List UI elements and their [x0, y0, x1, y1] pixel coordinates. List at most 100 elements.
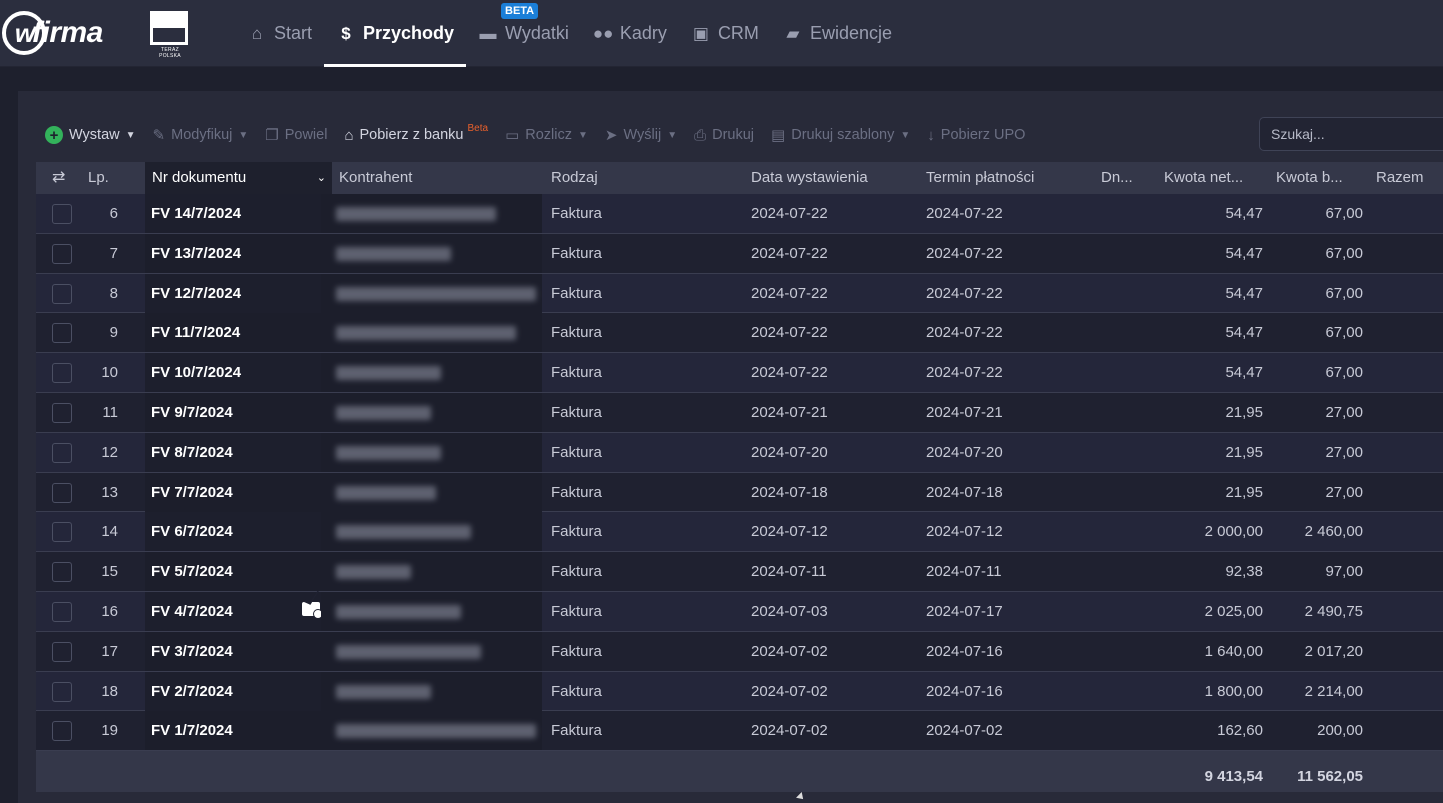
modify-button[interactable]: ✎ Modyfikuj ▼ — [153, 126, 249, 144]
nav-ewidencje[interactable]: ▰ Ewidencje — [771, 0, 904, 67]
nav-crm[interactable]: ▣ CRM — [679, 0, 771, 67]
bank-import-button[interactable]: ⌂ Pobierz z banku Beta — [344, 123, 488, 144]
download-upo-label: Pobierz UPO — [940, 127, 1026, 143]
reorder-icon[interactable]: ⇄ — [52, 162, 65, 194]
row-checkbox[interactable] — [52, 204, 72, 224]
row-gross: 27,00 — [1325, 483, 1363, 501]
settle-button[interactable]: ▭ Rozlicz ▼ — [505, 126, 588, 144]
table-row[interactable]: 9 FV 11/7/2024 Faktura 2024-07-22 2024-07-22… — [36, 313, 1443, 354]
row-checkbox[interactable] — [52, 363, 72, 384]
nav-kadry[interactable]: ●● Kadry — [581, 0, 679, 67]
row-issue-date: 2024-07-12 — [751, 523, 828, 541]
row-checkbox[interactable] — [52, 641, 72, 662]
col-total[interactable]: Razem — [1376, 162, 1424, 194]
table-row[interactable]: 19 FV 1/7/2024 Faktura 2024-07-02 2024-07-02… — [36, 711, 1443, 752]
row-net: 54,47 — [1225, 244, 1263, 262]
chevron-down-icon: ⌄ — [316, 172, 326, 184]
row-doc-number[interactable]: FV 10/7/2024 — [151, 353, 241, 392]
row-doc-number[interactable]: FV 7/7/2024 — [151, 473, 233, 512]
print-button[interactable]: ⎙ Drukuj — [694, 127, 754, 144]
search-input[interactable] — [1259, 117, 1443, 151]
table-row[interactable]: 18 FV 2/7/2024 Faktura 2024-07-02 2024-07-16… — [36, 671, 1443, 712]
row-type: Faktura — [551, 205, 602, 222]
row-due-date: 2024-07-16 — [926, 642, 1003, 660]
row-doc-number[interactable]: FV 8/7/2024 — [151, 433, 233, 472]
printer-icon: ⎙ — [694, 126, 707, 144]
row-issue-date: 2024-07-22 — [751, 205, 828, 222]
row-doc-number[interactable]: FV 12/7/2024 — [151, 274, 241, 313]
row-type: Faktura — [551, 523, 602, 541]
row-gross: 97,00 — [1325, 563, 1363, 581]
download-upo-button[interactable]: ↓ Pobierz UPO — [927, 127, 1025, 144]
table-row[interactable]: 12 FV 8/7/2024 Faktura 2024-07-20 2024-07-20… — [36, 432, 1443, 473]
row-net: 21,95 — [1225, 483, 1263, 501]
table-row[interactable]: 7 FV 13/7/2024 Faktura 2024-07-22 2024-07-22… — [36, 233, 1443, 274]
row-lp: 10 — [101, 364, 118, 382]
row-doc-number[interactable]: FV 3/7/2024 — [151, 632, 233, 671]
row-doc-number[interactable]: FV 13/7/2024 — [151, 234, 241, 273]
row-doc-number[interactable]: FV 11/7/2024 — [151, 313, 240, 352]
table-row[interactable]: 10 FV 10/7/2024 Faktura 2024-07-22 2024-07-2… — [36, 353, 1443, 393]
row-checkbox[interactable] — [52, 601, 72, 622]
row-doc-number[interactable]: FV 1/7/2024 — [151, 711, 233, 750]
table-row[interactable]: 8 FV 12/7/2024 Faktura 2024-07-22 2024-07-22… — [36, 273, 1443, 314]
table-row[interactable]: 15 FV 5/7/2024 Faktura 2024-07-11 2024-07-11… — [36, 552, 1443, 592]
row-type: Faktura — [551, 602, 602, 620]
send-button[interactable]: ➤ Wyślij ▼ — [605, 126, 677, 144]
row-doc-number[interactable]: FV 5/7/2024 — [151, 552, 233, 591]
col-lp[interactable]: Lp. — [88, 162, 109, 194]
row-checkbox[interactable] — [52, 402, 72, 423]
col-gross[interactable]: Kwota b... — [1276, 162, 1343, 194]
table-row[interactable]: 13 FV 7/7/2024 Faktura 2024-07-18 2024-07-18… — [36, 472, 1443, 513]
wfirma-logo[interactable]: w firma — [2, 10, 103, 56]
table-row[interactable]: 14 FV 6/7/2024 Faktura 2024-07-12 2024-07-12… — [36, 512, 1443, 553]
nav-start-label: Start — [274, 23, 313, 43]
row-due-date: 2024-07-02 — [926, 722, 1003, 740]
col-issue-date[interactable]: Data wystawienia — [751, 162, 868, 194]
print-templates-button[interactable]: ▤ Drukuj szablony ▼ — [771, 126, 910, 144]
row-checkbox[interactable] — [52, 442, 72, 463]
issue-button[interactable]: + Wystaw ▼ — [45, 126, 136, 144]
row-gross: 2 490,75 — [1304, 602, 1363, 620]
row-gross: 27,00 — [1325, 443, 1363, 461]
col-doc-number[interactable]: Nr dokumentu ⌄ — [145, 162, 332, 194]
row-checkbox[interactable] — [52, 283, 72, 304]
contractor-redacted — [336, 207, 496, 221]
row-checkbox[interactable] — [52, 323, 72, 344]
row-doc-number[interactable]: FV 2/7/2024 — [151, 672, 233, 711]
wallet-icon: ▬ — [479, 23, 497, 43]
teraz-polska-emblem — [150, 11, 188, 45]
money-icon: ▭ — [505, 127, 520, 144]
row-checkbox[interactable] — [52, 482, 72, 503]
row-lp: 19 — [101, 722, 118, 740]
row-due-date: 2024-07-17 — [926, 602, 1003, 620]
row-checkbox[interactable] — [52, 721, 72, 742]
row-checkbox[interactable] — [52, 562, 72, 583]
row-checkbox[interactable] — [52, 243, 72, 264]
nav-start[interactable]: ⌂ Start — [235, 0, 324, 67]
col-due-date[interactable]: Termin płatności — [926, 162, 1034, 194]
copy-icon: ❐ — [265, 127, 279, 144]
table-row[interactable]: 16 FV 4/7/2024 Faktura 2024-07-03 2024-07-17… — [36, 591, 1443, 632]
email-sent-icon[interactable] — [302, 601, 323, 619]
table-row[interactable]: 17 FV 3/7/2024 Faktura 2024-07-02 2024-07-16… — [36, 631, 1443, 672]
col-type[interactable]: Rodzaj — [551, 162, 598, 194]
row-issue-date: 2024-07-02 — [751, 642, 828, 660]
col-net[interactable]: Kwota net... — [1164, 162, 1243, 194]
col-days[interactable]: Dn... — [1101, 162, 1133, 194]
table-row[interactable]: 11 FV 9/7/2024 Faktura 2024-07-21 2024-07-21… — [36, 392, 1443, 433]
row-doc-number[interactable]: FV 6/7/2024 — [151, 512, 233, 551]
contacts-icon: ▣ — [692, 23, 709, 43]
row-doc-number[interactable]: FV 9/7/2024 — [151, 393, 233, 432]
row-checkbox[interactable] — [52, 681, 72, 702]
row-type: Faktura — [551, 244, 602, 262]
nav-przychody[interactable]: $ Przychody — [324, 0, 467, 67]
row-doc-number[interactable]: FV 4/7/2024 — [151, 592, 233, 631]
table-row[interactable]: 6 FV 14/7/2024 Faktura 2024-07-22 2024-07-22… — [36, 194, 1443, 234]
row-doc-number[interactable]: FV 14/7/2024 — [151, 194, 241, 233]
col-contractor[interactable]: Kontrahent — [339, 162, 412, 194]
repeat-button[interactable]: ❐ Powiel — [265, 126, 327, 144]
row-checkbox[interactable] — [52, 522, 72, 543]
row-issue-date: 2024-07-22 — [751, 364, 828, 382]
row-type: Faktura — [551, 364, 602, 382]
